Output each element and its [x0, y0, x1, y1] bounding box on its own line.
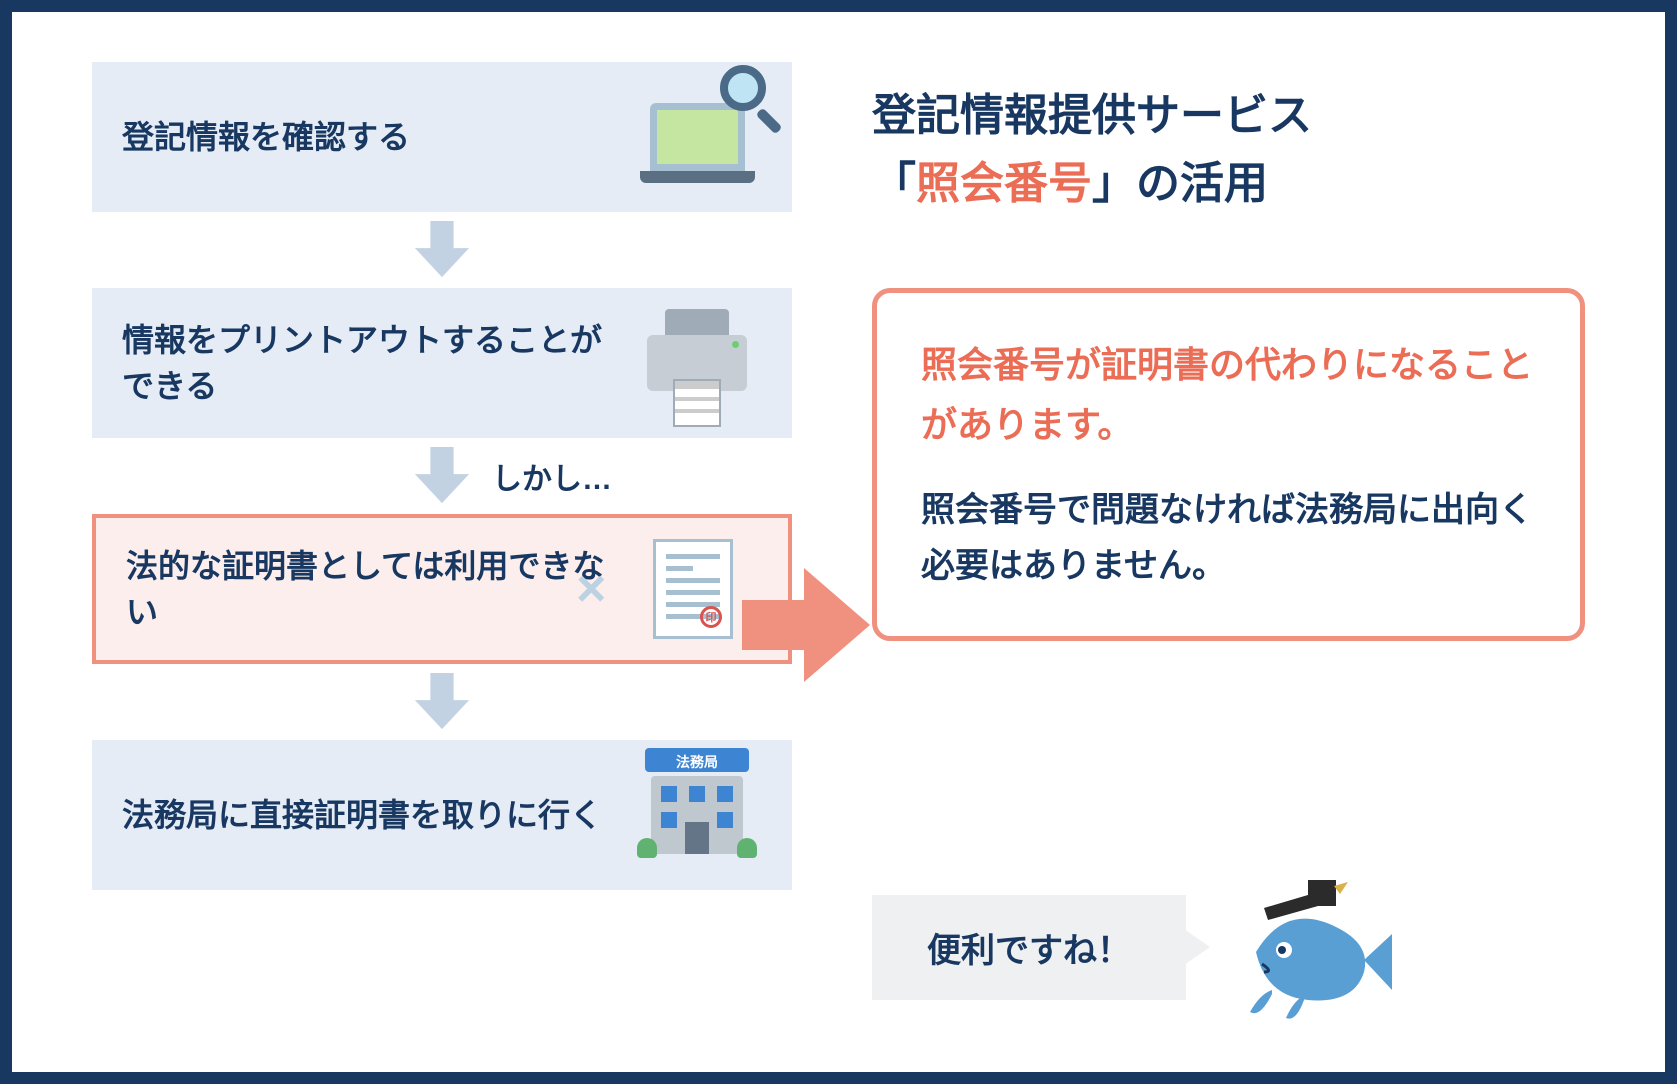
- info-column: 登記情報提供サービス 「照会番号」の活用 照会番号が証明書の代わりになることがあ…: [872, 62, 1585, 1022]
- legal-bureau-icon: 法務局: [632, 755, 762, 875]
- callout-lead: 照会番号が証明書の代わりになることがあります。: [921, 335, 1536, 454]
- cross-icon: ×: [576, 559, 606, 619]
- arrow-down-icon: [413, 672, 471, 732]
- arrow-however: しかし…: [92, 438, 792, 514]
- fish-mascot-icon: [1216, 872, 1396, 1022]
- content-row: 登記情報を確認する 情報をプリントアウトすることができる しかし: [92, 62, 1585, 1022]
- diagram-title: 登記情報提供サービス 「照会番号」の活用: [872, 82, 1585, 218]
- step-not-legal-proof: 法的な証明書としては利用できない × 印: [92, 514, 792, 664]
- document-invalid-icon: × 印: [628, 529, 758, 649]
- step-printout: 情報をプリントアウトすることができる: [92, 288, 792, 438]
- title-prefix: 「: [872, 159, 916, 208]
- seal-icon: 印: [700, 606, 722, 628]
- title-highlight: 照会番号: [916, 159, 1092, 208]
- step-label: 情報をプリントアウトすることができる: [122, 317, 612, 410]
- callout-body: 照会番号で問題なければ法務局に出向く必要はありません。: [921, 482, 1536, 594]
- step-label: 登記情報を確認する: [122, 114, 612, 160]
- callout-box: 照会番号が証明書の代わりになることがあります。 照会番号で問題なければ法務局に出…: [872, 288, 1585, 641]
- building-sign: 法務局: [651, 752, 743, 772]
- arrow-down-icon: [413, 220, 471, 280]
- step-label: 法務局に直接証明書を取りに行く: [122, 792, 612, 838]
- diagram-frame: 登記情報を確認する 情報をプリントアウトすることができる しかし: [0, 0, 1677, 1084]
- speech-row: 便利ですね！: [872, 872, 1585, 1022]
- step-visit-bureau: 法務局に直接証明書を取りに行く 法務局: [92, 740, 792, 890]
- however-label: しかし…: [492, 454, 612, 498]
- arrow-down-icon: [413, 446, 471, 506]
- arrow-right-icon: [742, 560, 872, 690]
- flow-column: 登記情報を確認する 情報をプリントアウトすることができる しかし: [92, 62, 792, 1022]
- speech-bubble: 便利ですね！: [872, 895, 1186, 1000]
- step-confirm-info: 登記情報を確認する: [92, 62, 792, 212]
- title-line1: 登記情報提供サービス: [872, 91, 1312, 140]
- title-suffix: 」の活用: [1092, 159, 1268, 208]
- laptop-search-icon: [632, 77, 762, 197]
- step-label: 法的な証明書としては利用できない: [126, 543, 608, 636]
- printer-icon: [632, 303, 762, 423]
